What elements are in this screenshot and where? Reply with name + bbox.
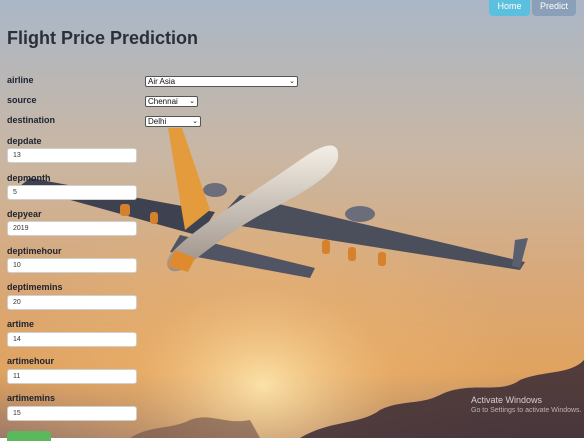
activate-windows-watermark: Activate Windows	[471, 395, 543, 405]
depdate-input[interactable]: 13	[7, 148, 137, 163]
chevron-down-icon: ⌄	[189, 98, 195, 105]
activate-windows-subtext: Go to Settings to activate Windows.	[471, 407, 582, 414]
chevron-down-icon: ⌄	[289, 78, 295, 85]
source-select[interactable]: Chennai ⌄	[145, 96, 198, 107]
destination-select[interactable]: Delhi ⌄	[145, 116, 201, 127]
airline-label: airline	[7, 75, 34, 85]
airline-select[interactable]: Air Asia ⌄	[145, 76, 298, 87]
submit-button[interactable]	[7, 431, 51, 441]
destination-label: destination	[7, 115, 56, 125]
depyear-label: depyear	[7, 209, 42, 219]
chevron-down-icon: ⌄	[192, 118, 198, 125]
depdate-label: depdate	[7, 136, 42, 146]
airline-value: Air Asia	[148, 77, 176, 86]
depmonth-label: depmonth	[7, 173, 51, 183]
deptimemins-input[interactable]: 20	[7, 295, 137, 310]
artimehour-label: artimehour	[7, 356, 55, 366]
destination-value: Delhi	[148, 117, 167, 126]
depmonth-input[interactable]: 5	[7, 185, 137, 200]
artimemins-label: artimemins	[7, 393, 56, 403]
artimemins-input[interactable]: 15	[7, 406, 137, 421]
artimehour-input[interactable]: 11	[7, 369, 137, 384]
deptimemins-label: deptimemins	[7, 282, 63, 292]
predict-nav-button[interactable]: Predict	[532, 0, 576, 16]
artime-label: artime	[7, 319, 35, 329]
deptimehour-input[interactable]: 10	[7, 258, 137, 273]
home-nav-button[interactable]: Home	[489, 0, 530, 16]
page-title: Flight Price Prediction	[7, 28, 199, 48]
depyear-input[interactable]: 2019	[7, 221, 137, 236]
source-label: source	[7, 95, 37, 105]
deptimehour-label: deptimehour	[7, 246, 62, 256]
source-value: Chennai	[148, 97, 178, 106]
artime-input[interactable]: 14	[7, 332, 137, 347]
